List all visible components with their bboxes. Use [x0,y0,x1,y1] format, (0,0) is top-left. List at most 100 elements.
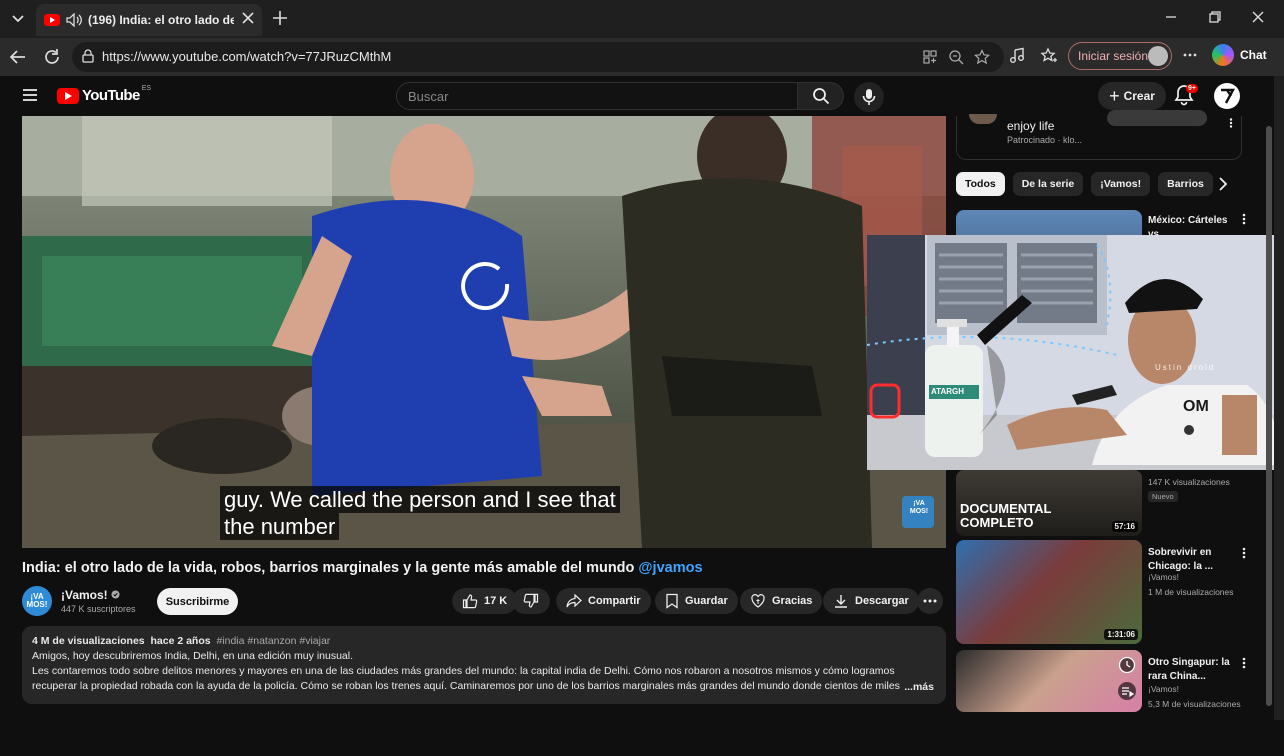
subscribe-button[interactable]: Suscribirme [157,588,238,615]
save-label: Guardar [685,595,728,607]
rec-channel-text: ¡Vamos! [1148,684,1180,694]
url-text[interactable]: https://www.youtube.com/watch?v=77JRuzCM… [102,49,391,64]
webcam-overlay: OM ATARGH Ustin droid [867,235,1284,470]
copilot-icon [1212,44,1234,66]
search-box[interactable] [396,82,798,110]
account-avatar[interactable] [1214,83,1240,109]
speaker-icon[interactable] [66,13,82,27]
rec-views: 147 K visualizaciones [1148,477,1230,487]
more-actions-button[interactable] [917,588,943,614]
upload-age: hace 2 años [150,635,211,647]
video-thumbnail[interactable] [956,650,1142,712]
youtube-logo[interactable]: YouTube ES [57,85,152,104]
search-icon [812,88,829,105]
back-icon[interactable] [8,47,28,67]
share-button[interactable]: Compartir [556,588,651,614]
youtube-favicon-icon [44,14,60,26]
scrollbar-thumb[interactable] [1266,126,1272,706]
close-tab-icon[interactable] [242,12,254,24]
like-button[interactable]: 17 K [452,588,518,614]
new-tab-icon[interactable] [270,8,290,28]
video-thumbnail[interactable]: 1:31:06 [956,540,1142,644]
video-title-text: India: el otro lado de la vida, robos, b… [22,560,635,576]
create-label: Crear [1123,89,1155,103]
new-badge: Nuevo [1148,491,1178,502]
chip-de-la-serie[interactable]: De la serie [1012,172,1084,196]
favorite-star-icon[interactable] [974,49,990,65]
thanks-label: Gracias [772,595,813,607]
recommended-video[interactable]: Otro Singapur: la rara China... ¡Vamos! … [956,650,1256,756]
tab-title: (196) India: el otro lado de la vida, ro… [88,13,234,27]
chat-label: Chat [1240,48,1267,62]
recommended-video[interactable]: 1:31:06 Sobrevivir en Chicago: la ... ¡V… [956,540,1256,646]
ad-menu-icon[interactable] [1229,118,1233,128]
channel-avatar[interactable]: ¡VA MOS! [22,586,52,616]
thumbs-up-icon [462,594,478,609]
rec-channel-text: ¡Vamos! [1148,572,1180,582]
video-title: India: el otro lado de la vida, robos, b… [22,560,703,576]
minimize-icon[interactable] [1164,10,1178,24]
restore-icon[interactable] [1208,10,1222,24]
rec-menu-icon[interactable] [1242,547,1246,559]
signin-button[interactable]: Iniciar sesión [1068,42,1172,70]
close-window-icon[interactable] [1251,10,1265,24]
channel-name[interactable]: ¡Vamos! [61,588,120,602]
copilot-chat-button[interactable]: Chat [1212,44,1267,66]
site-info-icon[interactable] [81,49,95,63]
favorites-icon[interactable] [1040,47,1058,65]
more-options-icon[interactable] [1182,47,1198,63]
description-box[interactable]: 4 M de visualizaciones hace 2 años #indi… [22,626,946,704]
chip-barrios[interactable]: Barrios [1158,172,1213,196]
thumbs-down-icon [523,593,539,608]
hashtags[interactable]: #india #natanzon #viajar [216,635,330,647]
tab-actions-menu[interactable] [6,7,30,31]
title-mention-link[interactable]: @jvamos [638,560,702,576]
add-to-queue-icon[interactable] [1118,682,1136,700]
address-bar[interactable]: https://www.youtube.com/watch?v=77JRuzCM… [72,42,1004,72]
refresh-icon[interactable] [42,47,62,67]
share-icon [566,593,582,608]
rec-menu-icon[interactable] [1242,657,1246,669]
view-count: 4 M de visualizaciones [32,635,145,647]
show-more-link[interactable]: ...más [904,680,934,695]
browser-tab-bar: (196) India: el otro lado de la vida, ro… [0,0,1284,38]
app-available-icon[interactable] [922,49,938,65]
download-label: Descargar [855,595,909,607]
chevron-right-icon[interactable] [1218,177,1228,191]
media-control-icon[interactable] [1008,47,1026,65]
video-frame [22,116,946,548]
browser-tab[interactable]: (196) India: el otro lado de la vida, ro… [36,4,262,36]
search-input[interactable] [408,89,788,104]
ad-logo [969,114,997,124]
chip-todos[interactable]: Todos [956,172,1005,196]
ad-cta-button[interactable] [1107,110,1207,126]
signin-label: Iniciar sesión [1078,49,1149,63]
subscriber-count: 447 K suscriptores [61,604,136,614]
menu-icon[interactable] [22,88,38,102]
channel-watermark: ¡VA MOS! [909,500,929,515]
rec-menu-icon[interactable] [1242,213,1246,225]
description-line-1: Amigos, hoy descubriremos India, Delhi, … [32,650,354,662]
country-code: ES [141,85,152,92]
sponsored-card[interactable]: enjoy life Patrocinado · klo... [956,110,1242,160]
video-player[interactable]: guy. We called the person and I see that… [22,116,946,548]
voice-search-button[interactable] [854,82,884,112]
like-count: 17 K [484,595,508,607]
rec-title: Sobrevivir en Chicago: la ... [1148,547,1214,572]
dislike-button[interactable] [512,588,550,614]
search-button[interactable] [798,82,844,110]
thanks-button[interactable]: Gracias [740,588,823,614]
watch-later-icon[interactable] [1118,656,1136,674]
page-scrollbar[interactable] [1266,96,1274,716]
zoom-icon[interactable] [948,49,964,65]
video-thumbnail[interactable]: DOCUMENTAL COMPLETO 57:16 [956,470,1142,536]
youtube-header: YouTube ES +Crear 9+ [6,76,1272,116]
download-button[interactable]: Descargar [823,588,919,614]
video-duration: 57:16 [1111,521,1138,532]
chip-vamos[interactable]: ¡Vamos! [1091,172,1151,196]
rec-channel: ¡Vamos! [1148,572,1179,582]
channel-name-text: ¡Vamos! [61,588,108,602]
save-button[interactable]: Guardar [655,588,738,614]
create-button[interactable]: + Crear [1098,82,1166,110]
youtube-logo-icon [57,87,79,104]
